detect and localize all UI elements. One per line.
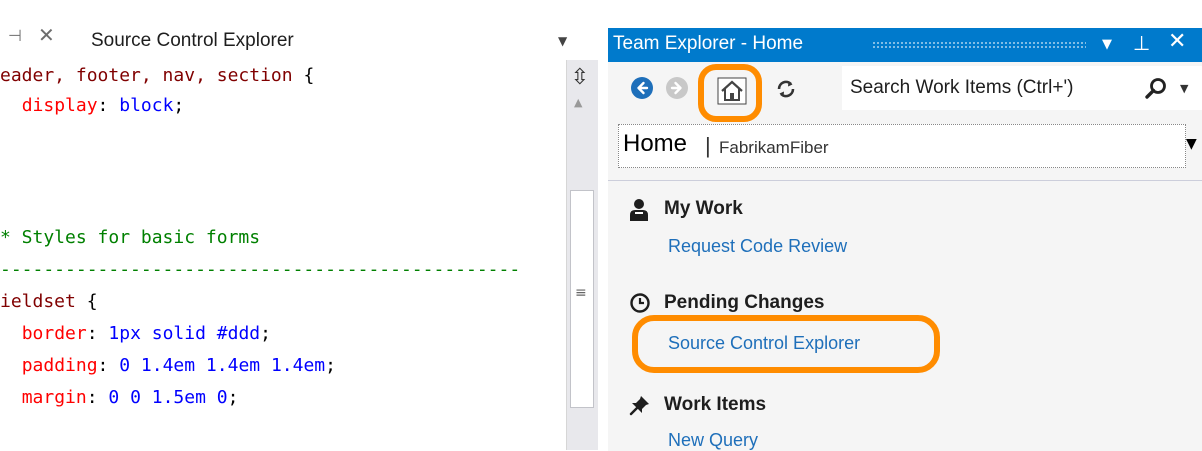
code-token-prop: margin xyxy=(21,387,87,408)
search-icon[interactable] xyxy=(1143,76,1169,106)
code-line[interactable]: border: 1px solid #ddd; xyxy=(0,318,271,350)
code-token-punc: : xyxy=(86,323,109,344)
code-token-punc: ; xyxy=(173,95,185,116)
code-token-punc: : xyxy=(97,95,120,116)
page-title-separator: | xyxy=(705,133,711,158)
code-token-val: 0 1.4em 1.4em 1.4em xyxy=(119,355,326,376)
person-icon xyxy=(628,198,650,226)
page-selector-combo[interactable] xyxy=(618,124,1186,168)
project-name: FabrikamFiber xyxy=(719,138,829,157)
code-token-punc: ; xyxy=(260,323,271,344)
code-line[interactable]: margin: 0 0 1.5em 0; xyxy=(0,382,239,414)
code-token-prop: border xyxy=(21,323,87,344)
source-control-explorer-highlight-ring xyxy=(632,315,940,373)
code-token-punc xyxy=(0,387,22,408)
team-explorer-title: Team Explorer - Home xyxy=(613,33,804,54)
tab-close-icon[interactable]: ✕ xyxy=(38,24,55,46)
code-token-prop: display xyxy=(21,95,98,116)
link-request-code-review[interactable]: Request Code Review xyxy=(668,236,847,257)
editor-tabstrip xyxy=(0,0,598,24)
search-work-items-input[interactable] xyxy=(850,72,1140,104)
code-line[interactable]: display: block; xyxy=(0,90,185,122)
code-line[interactable]: * Styles for basic forms xyxy=(0,222,260,254)
code-line[interactable]: eader, footer, nav, section { xyxy=(0,60,314,92)
scrollbar-grip-icon: ≡ xyxy=(575,285,587,301)
code-area[interactable]: eader, footer, nav, section { display: b… xyxy=(0,60,566,450)
pin-icon[interactable]: ⊥ xyxy=(1133,31,1150,55)
code-token-sel: eader, footer, nav, section xyxy=(0,65,304,86)
code-token-cmt: ----------------------------------------… xyxy=(0,259,521,280)
code-token-punc: ; xyxy=(325,355,336,376)
search-options-dropdown-icon[interactable]: ▼ xyxy=(1180,82,1188,95)
code-token-prop: padding xyxy=(21,355,98,376)
code-token-punc: { xyxy=(303,65,315,86)
code-token-punc: : xyxy=(97,355,120,376)
pin-icon xyxy=(629,394,651,420)
code-line[interactable]: ieldset { xyxy=(0,286,98,318)
code-token-sel: ieldset xyxy=(0,291,87,312)
back-arrow-icon[interactable] xyxy=(631,77,653,99)
code-token-cmt: * Styles for basic forms xyxy=(0,227,261,248)
code-token-punc xyxy=(0,355,22,376)
page-selector-dropdown-icon[interactable]: ▼ xyxy=(1186,136,1197,152)
tab-dropdown-icon[interactable]: ▼ xyxy=(558,34,567,48)
scroll-up-arrow-icon[interactable]: ▲ xyxy=(574,96,582,109)
section-title-pending-changes[interactable]: Pending Changes xyxy=(664,292,824,314)
code-token-punc: { xyxy=(86,291,98,312)
code-token-punc: : xyxy=(86,387,109,408)
home-highlight-ring xyxy=(698,64,762,122)
link-new-query[interactable]: New Query xyxy=(668,430,758,451)
code-token-punc xyxy=(0,95,22,116)
window-position-dropdown-icon[interactable]: ▼ xyxy=(1102,37,1112,52)
refresh-icon[interactable] xyxy=(774,77,798,101)
clock-icon xyxy=(629,292,651,318)
code-token-punc xyxy=(0,323,22,344)
split-view-handle[interactable]: ⇳ xyxy=(568,64,592,92)
pane-divider[interactable] xyxy=(598,0,608,450)
forward-arrow-icon[interactable] xyxy=(666,77,688,99)
titlebar-drag-grip[interactable] xyxy=(872,41,1086,48)
section-title-my-work[interactable]: My Work xyxy=(664,198,743,220)
close-icon[interactable]: ✕ xyxy=(1168,29,1186,54)
code-token-val: 1px solid #ddd xyxy=(108,323,261,344)
code-line[interactable]: ----------------------------------------… xyxy=(0,254,520,286)
code-token-val: block xyxy=(119,95,174,116)
tab-pin-icon[interactable]: ⊣ xyxy=(8,26,22,45)
code-line[interactable]: padding: 0 1.4em 1.4em 1.4em; xyxy=(0,350,336,382)
section-title-work-items[interactable]: Work Items xyxy=(664,394,766,416)
code-token-punc: ; xyxy=(227,387,239,408)
code-token-val: 0 0 1.5em 0 xyxy=(108,387,228,408)
page-title: Home xyxy=(623,130,688,157)
editor-tab-title[interactable]: Source Control Explorer xyxy=(91,30,294,52)
